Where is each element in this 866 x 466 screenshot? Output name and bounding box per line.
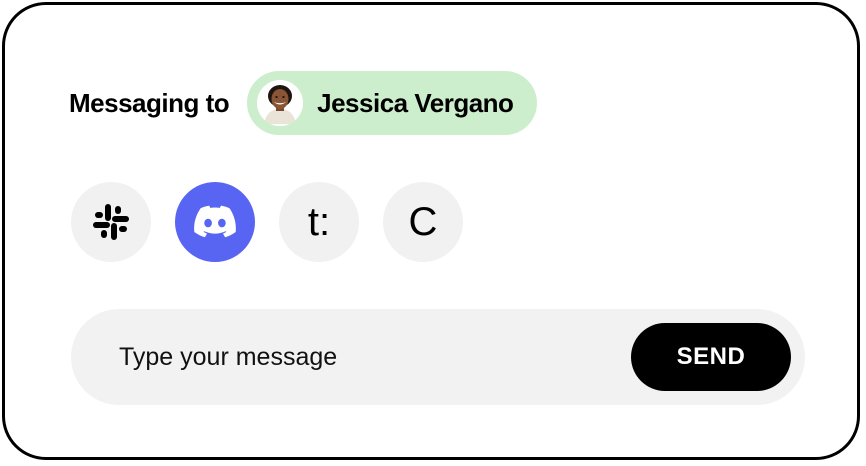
slack-icon (93, 204, 129, 240)
channel-discord[interactable] (175, 182, 255, 262)
avatar-image (257, 80, 304, 126)
channel-slack[interactable] (71, 182, 151, 262)
avatar (257, 80, 304, 126)
channel-c[interactable]: C (383, 182, 463, 262)
recipient-name: Jessica Vergano (317, 87, 514, 118)
messaging-to-label: Messaging to (69, 87, 230, 118)
channel-selector: t: C (71, 182, 487, 262)
message-input[interactable] (119, 333, 599, 381)
discord-icon (194, 205, 236, 238)
send-button[interactable]: SEND (631, 323, 791, 391)
channel-teams[interactable]: t: (279, 182, 359, 262)
recipient-chip[interactable]: Jessica Vergano (247, 71, 538, 135)
recipient-row: Messaging to Jessica Vergano (69, 71, 538, 135)
message-composer: SEND (71, 309, 805, 405)
teams-t-icon: t: (307, 200, 331, 244)
c-icon: C (408, 200, 438, 244)
messaging-card: Messaging to Jessica Vergano t: C Type y… (2, 2, 860, 460)
